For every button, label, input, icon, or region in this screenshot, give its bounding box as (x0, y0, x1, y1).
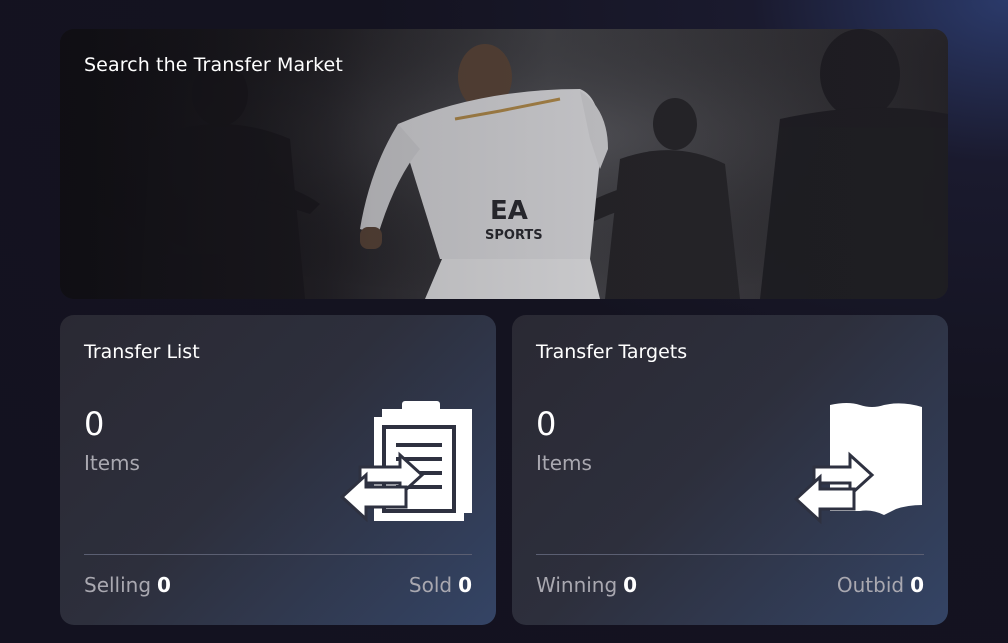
transfer-list-divider (84, 554, 472, 555)
winning-count: 0 (623, 573, 638, 597)
clipboard-transfer-icon (340, 401, 472, 523)
outbid-count: 0 (910, 573, 924, 597)
transfer-list-tile[interactable]: Transfer List 0 Items Selling 0 Sold 0 (60, 315, 496, 625)
selling-stat: Selling 0 (84, 573, 171, 597)
transfer-list-unit: Items (84, 451, 140, 475)
winning-stat: Winning 0 (536, 573, 637, 597)
player-card-transfer-icon (793, 403, 922, 525)
transfer-list-count: 0 (84, 405, 105, 443)
sold-count: 0 (458, 573, 472, 597)
winning-label: Winning (536, 573, 618, 597)
transfer-targets-title: Transfer Targets (536, 341, 688, 363)
transfer-list-title: Transfer List (84, 341, 200, 363)
selling-count: 0 (157, 573, 171, 597)
transfer-targets-count: 0 (536, 405, 557, 443)
hero-title: Search the Transfer Market (84, 54, 343, 76)
selling-label: Selling (84, 573, 152, 597)
transfer-targets-unit: Items (536, 451, 592, 475)
search-transfer-market-tile[interactable]: EA SPORTS Search the Transfer Market (60, 29, 948, 299)
transfer-targets-tile[interactable]: Transfer Targets 0 Items Winning 0 Outbid… (512, 315, 948, 625)
sold-label: Sold (408, 573, 453, 597)
sold-stat: Sold 0 (409, 573, 472, 597)
transfer-targets-divider (536, 554, 924, 555)
outbid-label: Outbid (836, 573, 905, 597)
outbid-stat: Outbid 0 (837, 573, 924, 597)
